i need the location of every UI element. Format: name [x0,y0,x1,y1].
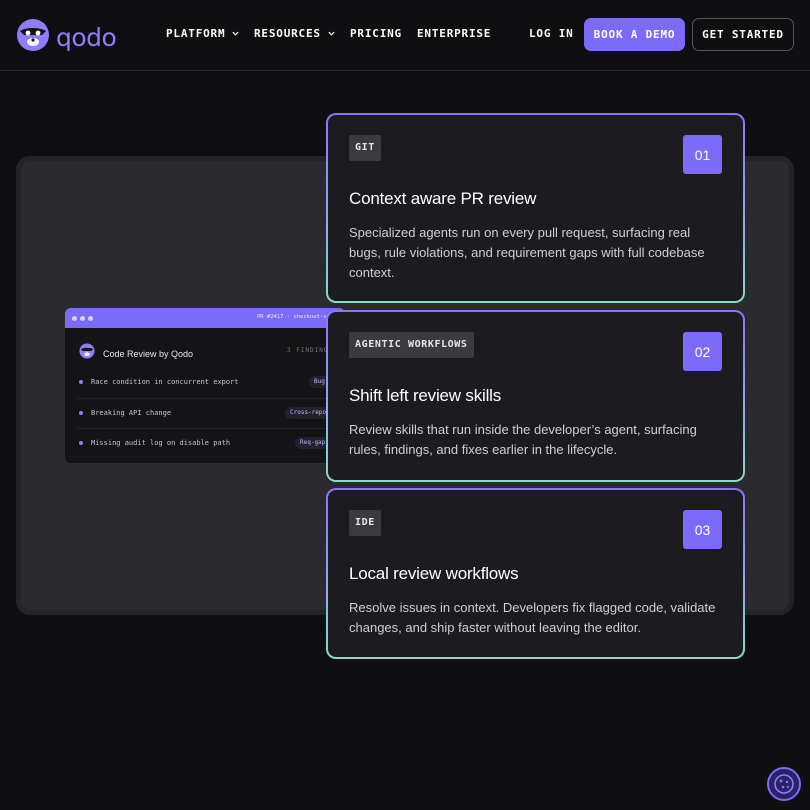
feature-card-pr-review[interactable]: GIT 01 Context aware PR review Specializ… [326,113,745,303]
card-number: 03 [683,510,722,549]
login-link[interactable]: LOG IN [529,27,574,40]
nav-resources[interactable]: RESOURCES [254,27,335,40]
findings-count: 3 FINDING [287,347,329,354]
get-started-button[interactable]: GET STARTED [692,18,794,51]
window-dot [88,316,93,321]
top-navigation: qodo PLATFORM RESOURCES PRICING ENTERPRI… [0,0,810,71]
book-demo-button[interactable]: BOOK A DEMO [584,18,685,51]
pr-label: PR #2417 · checkout-se [257,314,330,320]
chevron-down-icon [328,31,335,36]
list-item: Race condition in concurrent export Bug [77,368,345,398]
nav-platform[interactable]: PLATFORM [166,27,239,40]
finding-tag: Req-gap [295,437,331,449]
chevron-down-icon [232,31,239,36]
card-number: 01 [683,135,722,174]
card-tag: GIT [349,135,381,161]
window-dot [72,316,77,321]
card-body: IDE 03 Local review workflows Resolve is… [328,490,743,657]
bullet-icon [79,380,83,384]
cookie-icon [774,774,794,794]
nav-pricing[interactable]: PRICING [350,27,402,40]
card-body: GIT 01 Context aware PR review Specializ… [328,115,743,301]
card-description: Review skills that run inside the develo… [349,422,697,457]
list-item: Breaking API change Cross-repo [77,398,345,428]
card-tag: IDE [349,510,381,536]
code-review-mockup: PR #2417 · checkout-se Code Review by Qo… [65,308,345,463]
card-number: 02 [683,332,722,371]
bullet-icon [79,411,83,415]
mockup-title: Code Review by Qodo [103,348,194,359]
card-title: Shift left review skills [349,386,502,405]
mockup-header: Code Review by Qodo [79,343,193,364]
card-description: Resolve issues in context. Developers fi… [349,600,716,635]
nav-enterprise-label: ENTERPRISE [417,27,492,40]
window-dot [80,316,85,321]
logo-wordmark: qodo [56,23,117,52]
list-item: Missing audit log on disable path Req-ga… [77,428,345,458]
nav-pricing-label: PRICING [350,27,402,40]
finding-text: Breaking API change [91,409,172,417]
qodo-mascot-icon [79,343,95,364]
nav-resources-label: RESOURCES [254,27,321,40]
nav-enterprise[interactable]: ENTERPRISE [417,27,491,40]
cookie-settings-button[interactable] [767,767,801,801]
finding-text: Missing audit log on disable path [91,439,231,447]
card-body: AGENTIC WORKFLOWS 02 Shift left review s… [328,312,743,480]
card-tag: AGENTIC WORKFLOWS [349,332,474,358]
feature-card-local-review[interactable]: IDE 03 Local review workflows Resolve is… [326,488,745,659]
bullet-icon [79,441,83,445]
nav-platform-label: PLATFORM [166,27,226,40]
card-description: Specialized agents run on every pull req… [349,225,705,280]
finding-text: Race condition in concurrent export [91,378,239,386]
mockup-titlebar: PR #2417 · checkout-se [65,308,345,328]
card-title: Context aware PR review [349,189,537,208]
login-label: LOG IN [529,27,574,40]
qodo-mascot-icon [16,18,50,57]
finding-tag: Cross-repo [285,407,332,419]
card-title: Local review workflows [349,564,519,583]
feature-card-shift-left[interactable]: AGENTIC WORKFLOWS 02 Shift left review s… [326,310,745,482]
logo[interactable]: qodo [16,18,117,57]
